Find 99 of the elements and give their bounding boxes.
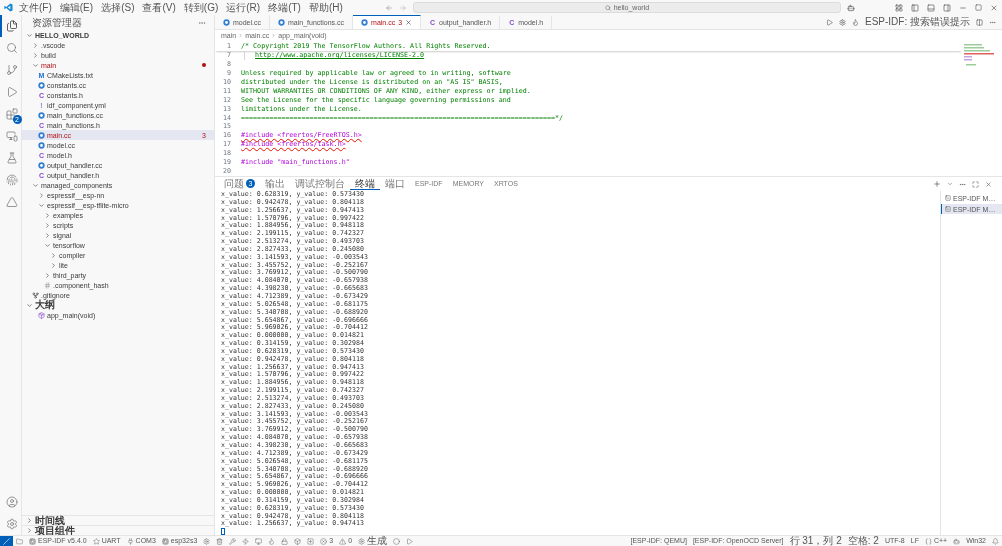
remote-button[interactable] [0,536,13,546]
cpp-file-icon [38,161,45,169]
error-dot [202,63,206,67]
search-icon [5,42,18,54]
run-icon[interactable] [826,18,833,26]
menu-item[interactable]: 终端(T) [266,0,303,15]
gear-icon [203,537,211,545]
plug-icon [126,537,134,545]
chevron-down-icon [44,241,51,249]
gear-icon [358,537,366,545]
menu-item[interactable]: 运行(R) [224,0,263,15]
maximize-icon[interactable] [975,4,982,11]
lock-icon [281,537,289,545]
maximize-icon[interactable] [972,180,979,188]
close-icon[interactable] [990,3,998,12]
section-header[interactable]: 时间线 [22,515,214,525]
chip-icon [29,537,36,545]
circle-icon [393,537,401,545]
chevron-right-icon [38,191,45,199]
play-icon [5,86,18,98]
section-title: 项目组件 [35,525,75,536]
panel-right-icon[interactable] [943,3,951,12]
status-icon-button[interactable] [989,537,1002,545]
flame-icon[interactable] [852,18,859,26]
chevron-down-icon [38,201,45,209]
layout-icon[interactable] [895,3,903,12]
menu-item[interactable]: 文件(F) [17,0,54,15]
square-plus-icon [307,537,315,545]
status-item[interactable]: 空格: 2 [844,536,882,546]
warning-icon [339,537,347,545]
chevron-down-icon [32,181,39,189]
gear-icon[interactable] [839,18,846,26]
status-item[interactable]: 行 31，列 2 [786,536,845,546]
menu-item[interactable]: 查看(V) [140,0,178,15]
lightning-icon [242,537,250,545]
add-terminal-icon[interactable] [933,180,941,188]
bell-icon [992,537,999,545]
monitor-icon [5,130,18,142]
panel-tab[interactable]: 调试控制台 [290,178,350,190]
star-icon [92,537,100,545]
cpp-file-icon [38,111,45,119]
menu-item[interactable]: 转到(G) [181,0,221,15]
cpp-file-icon [361,19,369,26]
files-icon [5,20,18,32]
settings-icon [5,518,18,530]
panel-left-icon[interactable] [911,3,919,12]
panel-tab[interactable]: 输出 [260,178,290,190]
search-icon [604,4,611,11]
error-icon [320,537,328,545]
branch-icon [5,64,18,76]
cpp-file-icon [278,19,285,26]
chevron-right-icon [271,32,277,38]
chevron-down-icon [32,61,39,69]
account-icon [5,496,18,508]
split-editor-icon[interactable] [976,18,983,26]
chevron-right-icon [238,32,244,38]
app-logo-icon [4,3,13,12]
git-icon [32,291,39,299]
cpp-file-icon [38,81,45,89]
hash-icon [44,281,51,289]
chevron-down-icon [26,301,33,309]
terminal-icon [945,206,951,212]
chevron-down-icon[interactable] [947,181,953,187]
section-title: 大纲 [35,300,55,310]
panel-tab[interactable]: 终端 [350,178,380,190]
monitor-icon [255,537,263,545]
menu-item[interactable]: 编辑(E) [57,0,96,15]
bot-icon[interactable] [846,3,855,12]
cpp-file-icon [223,19,230,26]
chevron-down-icon [26,31,33,39]
forward-icon[interactable] [398,3,407,12]
wrench-icon [229,537,237,545]
box-icon [294,537,302,545]
menu-item[interactable]: 选择(S) [99,0,137,15]
section-header[interactable]: 大纲 [22,300,214,310]
play-icon [406,537,414,545]
flame-icon [268,537,276,545]
blocks-icon [5,108,18,120]
sidebar-title: 资源管理器 [32,15,82,30]
back-icon[interactable] [384,3,393,12]
section-title: 时间线 [35,515,65,526]
trash-icon [216,537,224,545]
panel-bottom-icon[interactable] [927,3,935,12]
terminal-icon [945,195,951,201]
chip-icon [161,537,169,545]
fingerprint-icon [5,174,18,186]
close-icon[interactable] [985,180,992,188]
symbol-icon [38,311,45,319]
folder-icon [16,537,23,545]
bot-icon [953,537,961,545]
status-icon-button[interactable] [13,537,26,545]
status-item[interactable]: 生成 [355,536,391,546]
panel-tab[interactable]: 端口 [380,178,410,190]
menu-item[interactable]: 帮助(H) [306,0,345,15]
triangle-icon [5,196,18,208]
braces-icon [924,537,932,545]
close-icon[interactable] [405,19,413,26]
flask-icon [5,152,18,164]
esp-idf-action[interactable]: ESP-IDF: 搜索错误提示 [865,16,970,28]
